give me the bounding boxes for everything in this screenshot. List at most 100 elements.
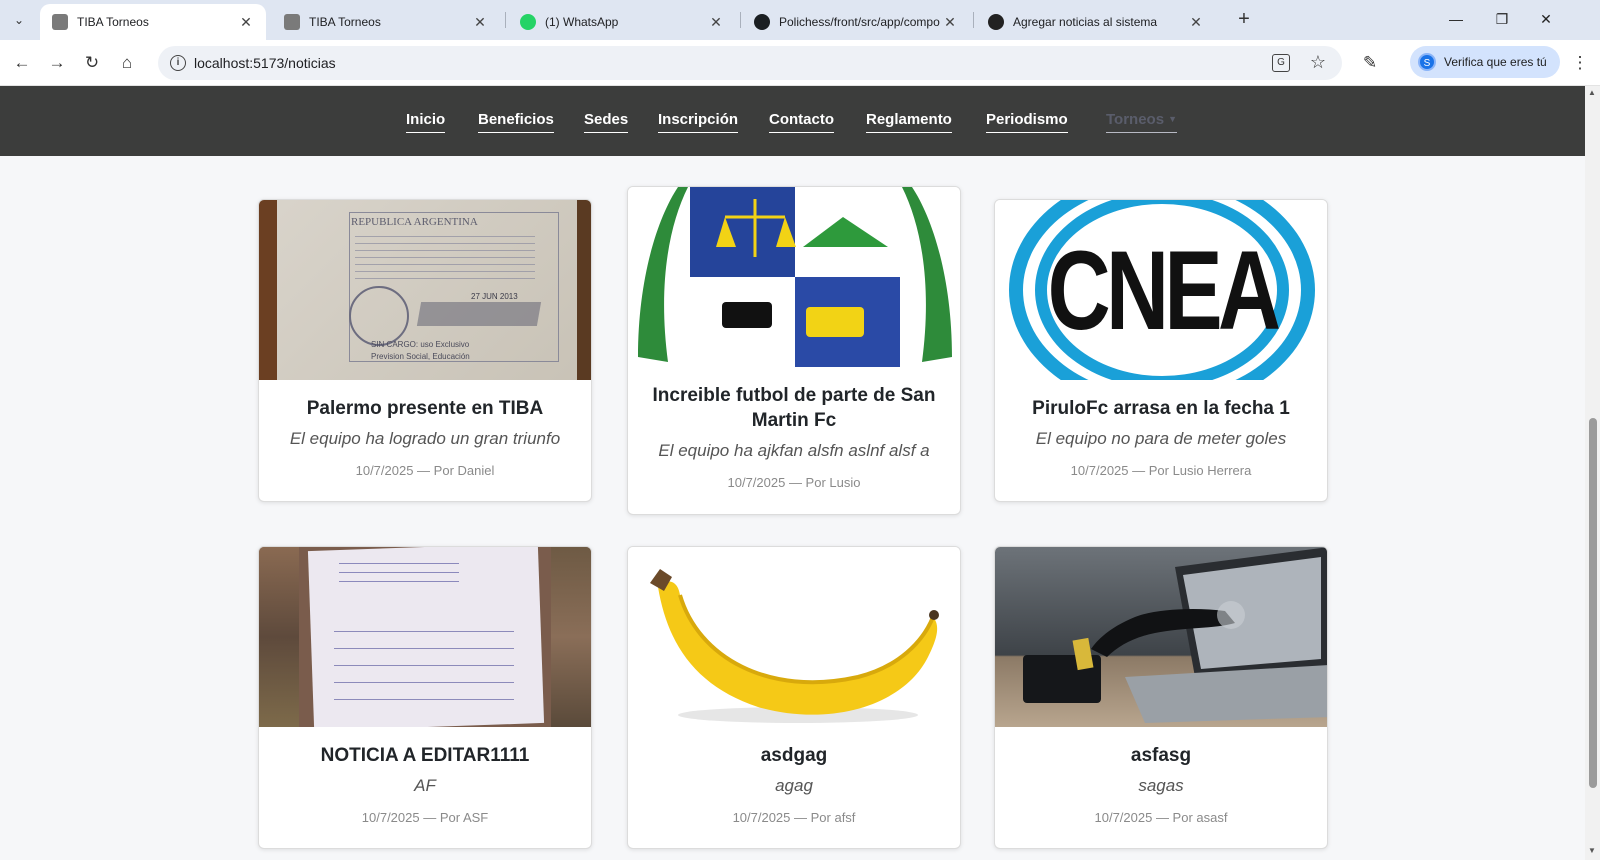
browser-tab[interactable]: Agregar noticias al sistema ✕: [976, 4, 1216, 40]
tab-title: TIBA Torneos: [309, 15, 381, 29]
plus-icon: +: [1238, 8, 1250, 30]
document-text: Prevision Social, Educación: [371, 352, 470, 361]
close-icon: ✕: [1540, 10, 1552, 27]
news-summary: AF: [414, 776, 436, 795]
profile-label: Verifica que eres tú: [1444, 55, 1547, 69]
news-meta: 10/7/2025 — Por Daniel: [355, 463, 495, 478]
puzzle-icon: ✎: [1362, 53, 1378, 72]
nav-link-inicio[interactable]: Inicio: [406, 111, 446, 133]
news-meta: 10/7/2025 — Por Lusio Herrera: [1070, 463, 1252, 478]
news-image-banana: [628, 547, 960, 727]
translate-icon[interactable]: G: [1272, 54, 1290, 72]
news-meta: 10/7/2025 — Por asasf: [1094, 810, 1228, 825]
news-card[interactable]: REPUBLICA ARGENTINA 27 JUN 2013 SIN CARG…: [258, 199, 592, 502]
scrollbar-thumb[interactable]: [1589, 418, 1597, 788]
news-title[interactable]: PiruloFc arrasa en la fecha 1: [995, 396, 1327, 421]
reload-icon: ↻: [84, 53, 100, 72]
browser-tab[interactable]: Polichess/front/src/app/compo ✕: [742, 4, 970, 40]
close-icon[interactable]: ✕: [472, 14, 488, 31]
tab-divider: [505, 12, 506, 28]
news-title[interactable]: NOTICIA A EDITAR1111: [259, 743, 591, 768]
more-vert-icon: ⋮: [1571, 53, 1589, 72]
news-card[interactable]: CNEA PiruloFc arrasa en la fecha 1 El eq…: [994, 199, 1328, 502]
news-title[interactable]: Palermo presente en TIBA: [259, 396, 591, 421]
page-scrollbar[interactable]: ▲ ▼: [1585, 86, 1600, 860]
laptop-theft-svg: [1023, 547, 1327, 723]
news-image-stamped-document: REPUBLICA ARGENTINA 27 JUN 2013 SIN CARG…: [259, 200, 591, 380]
nav-dropdown-torneos[interactable]: Torneos ▼: [1106, 111, 1177, 133]
nav-link-periodismo[interactable]: Periodismo: [986, 111, 1068, 133]
browser-tab[interactable]: TIBA Torneos ✕: [272, 4, 500, 40]
close-window-button[interactable]: ✕: [1528, 6, 1564, 32]
news-card[interactable]: Increible futbol de parte de San Martin …: [627, 186, 961, 515]
cnea-logo-text: CNEA: [1047, 227, 1282, 353]
news-card[interactable]: asfasg sagas 10/7/2025 — Por asasf: [994, 546, 1328, 849]
tab-divider: [740, 12, 741, 28]
site-info-icon[interactable]: i: [170, 55, 186, 71]
news-summary: El equipo ha logrado un gran triunfo: [289, 429, 561, 448]
back-button[interactable]: ←: [8, 49, 36, 77]
address-bar[interactable]: i localhost:5173/noticias G ☆: [158, 46, 1342, 80]
close-icon[interactable]: ✕: [238, 14, 254, 31]
forward-button[interactable]: →: [43, 49, 71, 77]
restore-icon: ❐: [1495, 10, 1509, 27]
tab-title: (1) WhatsApp: [545, 15, 619, 29]
site-navbar: Inicio Beneficios Sedes Inscripción Cont…: [0, 86, 1585, 156]
news-image-handwritten-note: [259, 547, 591, 727]
site-favicon-icon: [284, 14, 300, 30]
document-date: 27 JUN 2013: [471, 292, 518, 301]
profile-button[interactable]: S Verifica que eres tú: [1410, 46, 1560, 78]
news-image-laptop-theft: [995, 547, 1327, 727]
url-text[interactable]: localhost:5173/noticias: [194, 55, 336, 71]
tab-title: Agregar noticias al sistema: [1013, 15, 1158, 29]
browser-menu-button[interactable]: ⋮: [1566, 49, 1594, 77]
avatar: S: [1418, 53, 1436, 71]
news-meta: 10/7/2025 — Por Lusio: [727, 475, 861, 490]
nav-link-reglamento[interactable]: Reglamento: [866, 111, 952, 133]
close-icon[interactable]: ✕: [1188, 14, 1204, 31]
news-title[interactable]: asfasg: [995, 743, 1327, 768]
document-text: REPUBLICA ARGENTINA: [351, 216, 478, 228]
news-image-coat-of-arms: [628, 187, 960, 367]
tab-search-button[interactable]: ⌄: [6, 7, 32, 33]
browser-tab[interactable]: TIBA Torneos ✕: [40, 4, 266, 40]
news-title[interactable]: asdgag: [628, 743, 960, 768]
github-icon: [754, 14, 770, 30]
scroll-down-arrow-icon[interactable]: ▼: [1588, 846, 1596, 855]
news-summary: sagas: [1138, 776, 1184, 795]
restore-button[interactable]: ❐: [1484, 6, 1520, 32]
nav-link-beneficios[interactable]: Beneficios: [478, 111, 554, 133]
arrow-left-icon: ←: [13, 53, 31, 72]
nav-link-contacto[interactable]: Contacto: [769, 111, 834, 133]
arrow-right-icon: →: [48, 53, 66, 72]
home-button[interactable]: ⌂: [113, 49, 141, 77]
new-tab-button[interactable]: +: [1232, 8, 1256, 32]
document-text: SIN CARGO: uso Exclusivo: [371, 340, 470, 349]
home-icon: ⌂: [121, 53, 133, 72]
news-summary: agag: [775, 776, 813, 795]
close-icon[interactable]: ✕: [942, 14, 958, 31]
news-card[interactable]: NOTICIA A EDITAR1111 AF 10/7/2025 — Por …: [258, 546, 592, 849]
whatsapp-icon: [520, 14, 536, 30]
nav-link-inscripcion[interactable]: Inscripción: [658, 111, 739, 133]
banana-svg: [650, 569, 939, 723]
tab-title: TIBA Torneos: [77, 15, 149, 29]
extensions-button[interactable]: ✎: [1356, 49, 1384, 77]
nav-link-sedes[interactable]: Sedes: [584, 111, 629, 133]
bookmark-star-icon[interactable]: ☆: [1310, 52, 1326, 73]
news-meta: 10/7/2025 — Por afsf: [732, 810, 856, 825]
news-title[interactable]: Increible futbol de parte de San Martin …: [628, 383, 960, 433]
news-meta: 10/7/2025 — Por ASF: [361, 810, 489, 825]
browser-tab[interactable]: (1) WhatsApp ✕: [508, 4, 736, 40]
minimize-button[interactable]: —: [1438, 6, 1474, 32]
reload-button[interactable]: ↻: [78, 49, 106, 77]
chevron-down-icon: ⌄: [13, 13, 25, 27]
scroll-up-arrow-icon[interactable]: ▲: [1588, 88, 1596, 97]
news-card[interactable]: asdgag agag 10/7/2025 — Por afsf: [627, 546, 961, 849]
minimize-icon: —: [1449, 11, 1463, 27]
tab-title: Polichess/front/src/app/compo: [779, 15, 940, 29]
news-summary: El equipo ha ajkfan alsfn aslnf alsf a: [658, 441, 930, 460]
site-favicon-icon: [52, 14, 68, 30]
coat-of-arms-svg: [638, 187, 952, 367]
close-icon[interactable]: ✕: [708, 14, 724, 31]
